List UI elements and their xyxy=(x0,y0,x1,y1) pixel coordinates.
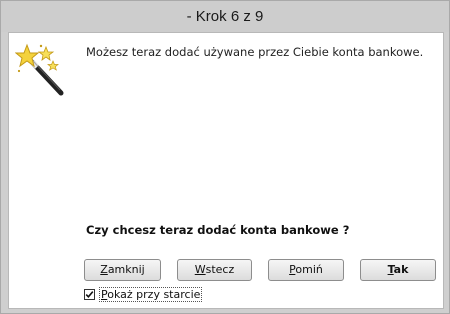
yes-button-label: ak xyxy=(393,263,409,276)
show-at-startup-checkbox[interactable] xyxy=(84,288,95,300)
wizard-question: Czy chcesz teraz dodać konta bankowe ? xyxy=(86,223,350,237)
close-button-label: amknij xyxy=(107,263,145,276)
wizard-window: - Krok 6 z 9 Możesz teraz dodać używane … xyxy=(0,0,450,314)
show-at-startup-row[interactable]: Pokaż przy starcie xyxy=(84,286,203,302)
close-button-mnemonic: Z xyxy=(100,263,108,276)
close-button[interactable]: Zamknij xyxy=(84,259,161,281)
wizard-info-text: Możesz teraz dodać używane przez Ciebie … xyxy=(86,45,424,59)
wizard-content: Możesz teraz dodać używane przez Ciebie … xyxy=(8,32,444,309)
back-button-mnemonic: W xyxy=(194,263,206,276)
show-at-startup-label[interactable]: Pokaż przy starcie xyxy=(99,286,203,302)
show-at-startup-text: okaż przy starcie xyxy=(107,287,201,301)
checkmark-icon xyxy=(85,290,94,298)
skip-button-label: omiń xyxy=(295,263,323,276)
skip-button[interactable]: Pomiń xyxy=(268,259,344,281)
window-title: - Krok 6 z 9 xyxy=(1,1,449,32)
back-button[interactable]: Wstecz xyxy=(177,259,252,281)
magic-wand-icon xyxy=(14,43,67,97)
back-button-label: stecz xyxy=(205,263,235,276)
yes-button[interactable]: Tak xyxy=(360,259,436,281)
